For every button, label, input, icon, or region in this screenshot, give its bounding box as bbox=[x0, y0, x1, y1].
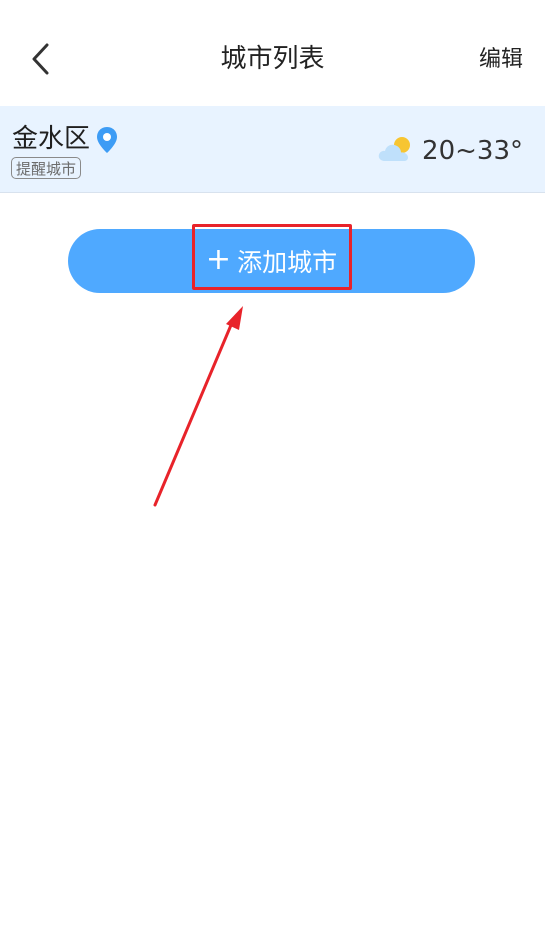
city-name: 金水区 bbox=[12, 124, 91, 154]
remind-city-badge: 提醒城市 bbox=[11, 157, 82, 179]
edit-button[interactable]: 编辑 bbox=[479, 40, 523, 80]
app-header: 城市列表 编辑 bbox=[0, 0, 545, 106]
partly-cloudy-icon bbox=[378, 137, 410, 161]
add-city-button[interactable]: + 添加城市 bbox=[68, 229, 475, 293]
plus-icon: + bbox=[205, 241, 232, 277]
page-title: 城市列表 bbox=[220, 44, 325, 74]
location-pin-icon bbox=[97, 127, 117, 153]
add-city-label: 添加城市 bbox=[237, 248, 338, 277]
temperature-range: 20~33° bbox=[422, 136, 523, 166]
add-city-content: + 添加城市 bbox=[206, 243, 337, 279]
